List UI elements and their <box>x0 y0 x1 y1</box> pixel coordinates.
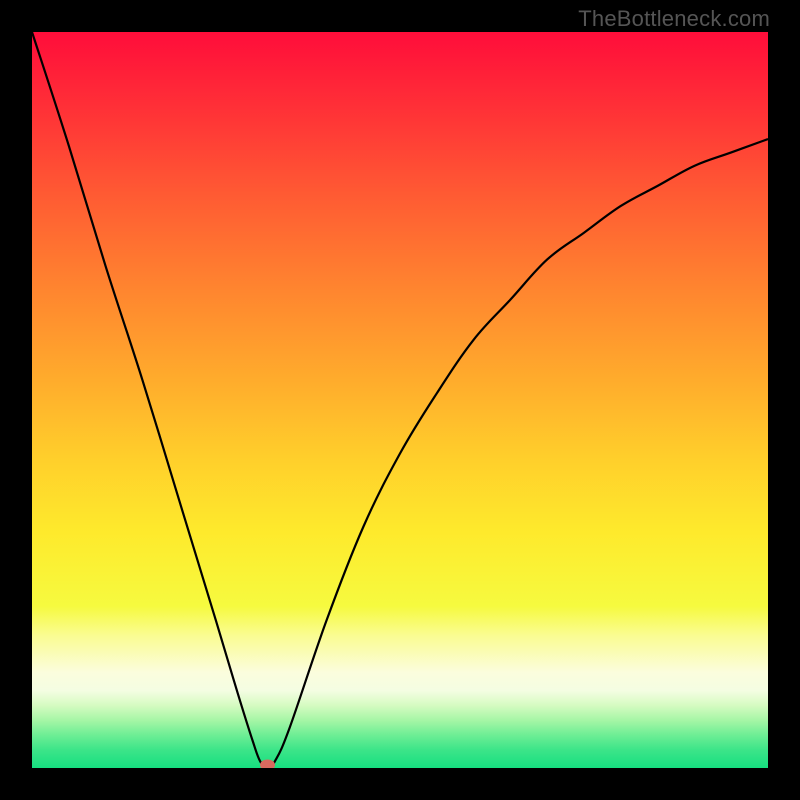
chart-frame: TheBottleneck.com <box>0 0 800 800</box>
plot-area <box>32 32 768 768</box>
minimum-marker <box>261 760 275 768</box>
bottleneck-curve <box>32 32 768 768</box>
curve-layer <box>32 32 768 768</box>
watermark-text: TheBottleneck.com <box>578 6 770 32</box>
